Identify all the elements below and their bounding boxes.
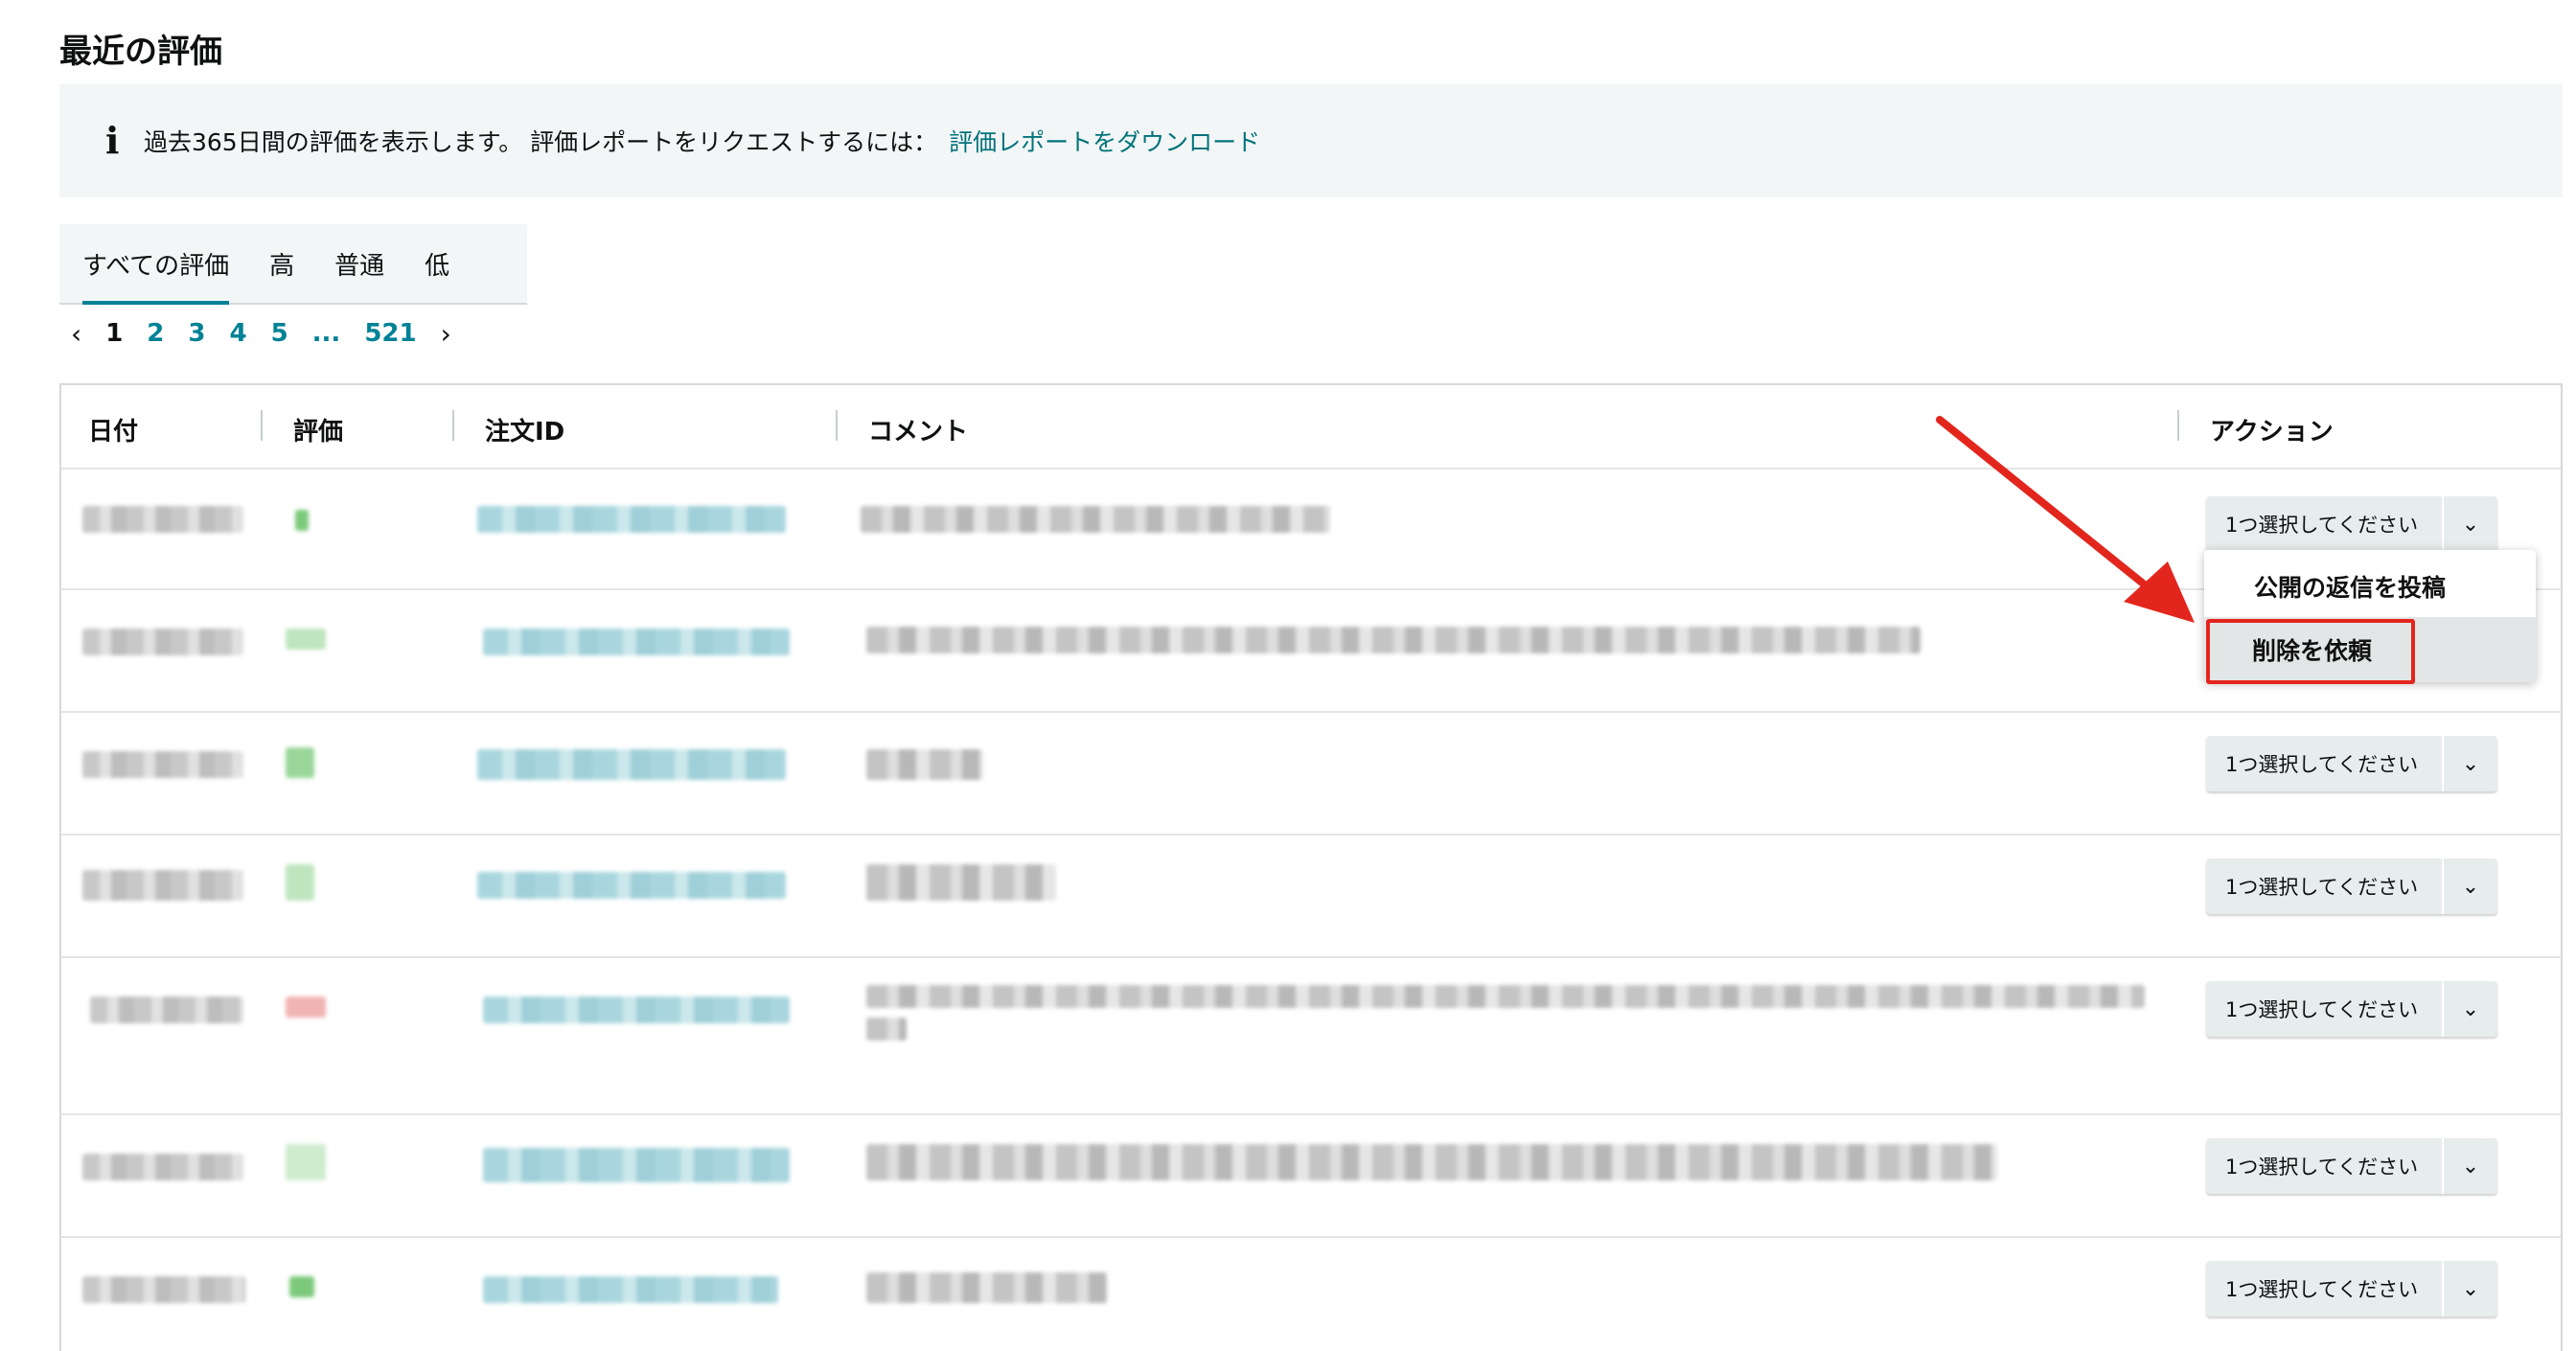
annotation-arrow (1936, 416, 2195, 623)
